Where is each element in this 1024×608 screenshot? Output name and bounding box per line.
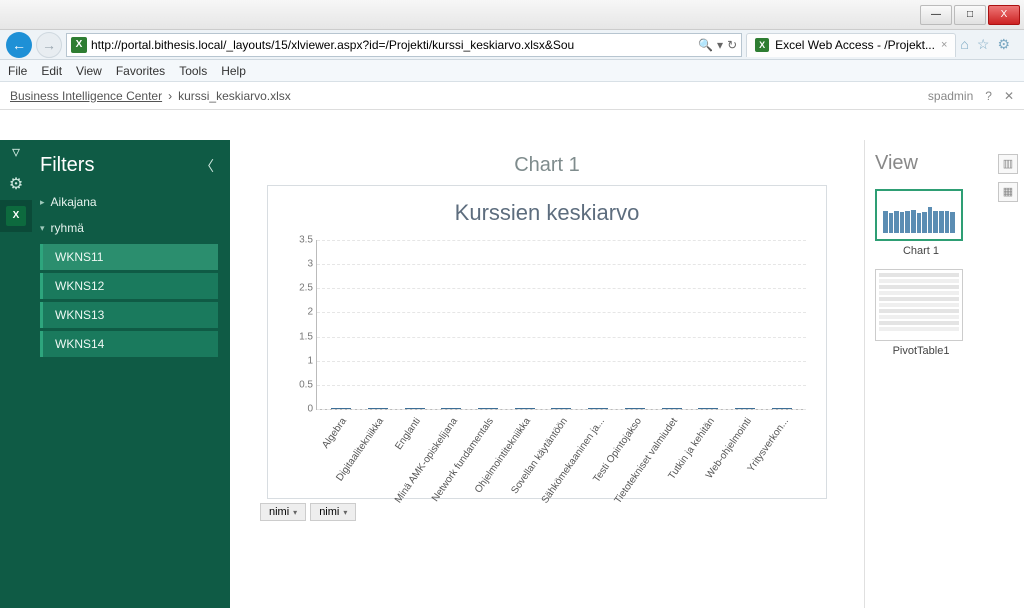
thumb-pivottable1[interactable] <box>875 269 963 341</box>
browser-tab[interactable]: X Excel Web Access - /Projekt... × <box>746 33 956 57</box>
chart-container: Kurssien keskiarvo 00.511.522.533.5 Alge… <box>267 185 827 499</box>
breadcrumb-sep: › <box>168 89 172 103</box>
browser-forward-button[interactable]: → <box>36 32 62 58</box>
view-heading: View 〉 <box>875 152 1014 175</box>
window-close-button[interactable]: X <box>988 5 1020 25</box>
thumb-chart1-label: Chart 1 <box>875 245 967 257</box>
search-dropdown-icon[interactable]: 🔍 <box>698 38 713 52</box>
browser-back-button[interactable]: ← <box>6 32 32 58</box>
user-label[interactable]: spadmin <box>928 89 973 103</box>
chart-title: Kurssien keskiarvo <box>288 200 806 226</box>
filters-collapse-icon[interactable]: 〈 <box>200 156 214 176</box>
filter-funnel-icon[interactable]: ▿ <box>0 136 32 168</box>
filter-group-label: Aikajana <box>51 195 97 209</box>
section-title: Chart 1 <box>260 154 834 177</box>
ie-menu-bar: File Edit View Favorites Tools Help <box>0 60 1024 82</box>
tab-title: Excel Web Access - /Projekt... <box>775 38 935 52</box>
y-tick: 1 <box>289 355 313 366</box>
address-bar[interactable]: X 🔍 ▾ ↻ <box>66 33 742 57</box>
window-titlebar: — □ X <box>0 0 1024 30</box>
menu-file[interactable]: File <box>8 64 27 78</box>
window-maximize-button[interactable]: □ <box>954 5 986 25</box>
home-icon[interactable]: ⌂ <box>960 36 968 53</box>
chart-canvas: Chart 1 Kurssien keskiarvo 00.511.522.53… <box>230 140 864 608</box>
breadcrumb: Business Intelligence Center › kurssi_ke… <box>10 89 291 103</box>
slicer-button-1[interactable]: nimi <box>260 503 306 521</box>
window-minimize-button[interactable]: — <box>920 5 952 25</box>
help-icon[interactable]: ? <box>985 89 992 103</box>
y-tick: 3 <box>289 259 313 270</box>
menu-favorites[interactable]: Favorites <box>116 64 165 78</box>
filter-item-wkns12[interactable]: WKNS12 <box>40 273 218 299</box>
open-in-excel-icon[interactable]: X <box>0 200 32 232</box>
filter-item-wkns14[interactable]: WKNS14 <box>40 331 218 357</box>
view-heading-label: View <box>875 152 918 175</box>
breadcrumb-root-link[interactable]: Business Intelligence Center <box>10 89 162 103</box>
filters-pane: ▿ ⚙ X Filters 〈 Aikajana ryhmä WKNS11 WK… <box>0 140 230 608</box>
y-tick: 0 <box>289 404 313 415</box>
tab-close-icon[interactable]: × <box>941 39 947 51</box>
tools-gear-icon[interactable]: ⚙ <box>997 36 1010 53</box>
y-tick: 3.5 <box>289 235 313 246</box>
menu-tools[interactable]: Tools <box>179 64 207 78</box>
y-tick: 0.5 <box>289 379 313 390</box>
thumb-chart1[interactable] <box>875 189 963 241</box>
url-input[interactable] <box>91 38 694 52</box>
excel-favicon-icon: X <box>71 37 87 53</box>
reload-icon[interactable]: ↻ <box>727 38 737 52</box>
view-chart-icon[interactable]: ▥ <box>998 154 1018 174</box>
filter-group-ryhma[interactable]: ryhmä <box>40 215 218 241</box>
slicer-button-2[interactable]: nimi <box>310 503 356 521</box>
x-label: Englanti <box>393 416 423 452</box>
thumb-pivottable1-label: PivotTable1 <box>875 345 967 357</box>
y-tick: 1.5 <box>289 331 313 342</box>
view-table-icon[interactable]: ▦ <box>998 182 1018 202</box>
filters-heading-label: Filters <box>40 154 94 177</box>
menu-help[interactable]: Help <box>221 64 246 78</box>
y-tick: 2.5 <box>289 283 313 294</box>
filter-item-wkns11[interactable]: WKNS11 <box>40 244 218 270</box>
tab-favicon-icon: X <box>755 38 769 52</box>
breadcrumb-file: kurssi_keskiarvo.xlsx <box>178 89 291 103</box>
filter-group-label: ryhmä <box>51 221 84 235</box>
menu-edit[interactable]: Edit <box>41 64 62 78</box>
menu-view[interactable]: View <box>76 64 102 78</box>
filter-item-wkns13[interactable]: WKNS13 <box>40 302 218 328</box>
chart-plot-area: 00.511.522.533.5 <box>316 240 806 410</box>
browser-nav-row: ← → X 🔍 ▾ ↻ X Excel Web Access - /Projek… <box>0 30 1024 60</box>
filter-group-aikajana[interactable]: Aikajana <box>40 189 218 215</box>
x-label: Algebra <box>321 416 350 451</box>
filters-heading: ▿ ⚙ X Filters 〈 <box>0 140 230 185</box>
settings-gear-icon[interactable]: ⚙ <box>0 168 32 200</box>
url-dropdown-icon[interactable]: ▾ <box>717 38 723 52</box>
favorites-icon[interactable]: ☆ <box>977 36 990 53</box>
sharepoint-breadcrumb-bar: Business Intelligence Center › kurssi_ke… <box>0 82 1024 110</box>
y-tick: 2 <box>289 307 313 318</box>
close-pane-icon[interactable]: ✕ <box>1004 89 1014 103</box>
view-pane: View 〉 ▥ ▦ Chart 1 PivotTable1 <box>864 140 1024 608</box>
